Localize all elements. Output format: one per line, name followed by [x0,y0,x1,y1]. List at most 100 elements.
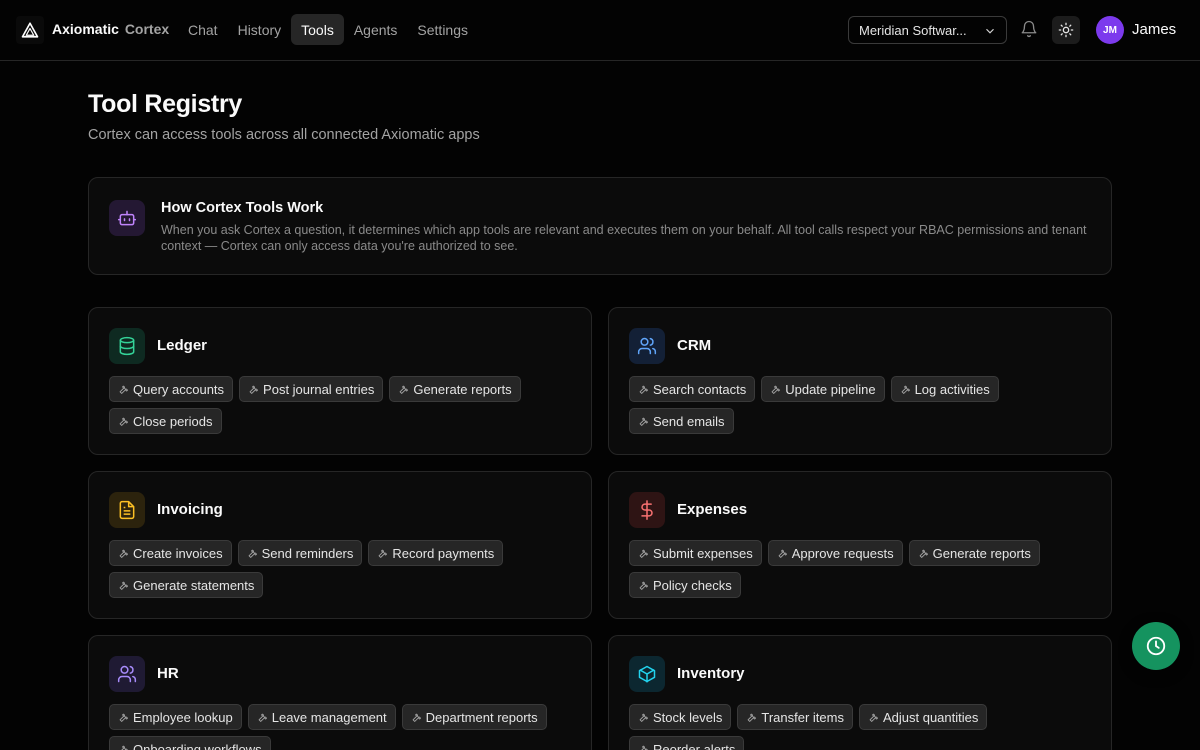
wrench-icon [119,417,128,426]
tool-chip[interactable]: Leave management [247,704,396,730]
wrench-icon [120,745,128,750]
nav-chat[interactable]: Chat [178,14,228,45]
tool-chip[interactable]: Employee lookup [109,704,242,730]
tool-chip[interactable]: Send reminders [237,540,363,566]
tool-chip-label: Send emails [653,413,725,429]
wrench-icon [771,385,781,394]
tool-chip[interactable]: Generate statements [109,572,264,598]
wrench-icon [869,713,878,722]
sun-icon [1058,22,1074,38]
database-icon [109,328,145,364]
nav-tools[interactable]: Tools [291,14,344,45]
brand[interactable]: Axiomatic Cortex [52,21,169,37]
tool-chip-label: Create invoices [133,545,223,561]
tool-chip[interactable]: Adjust quantities [858,704,988,730]
tool-chip-label: Generate reports [413,381,512,397]
wrench-icon [639,385,648,394]
tool-chip[interactable]: Stock levels [629,704,732,730]
app-card-title: Ledger [157,337,208,354]
wrench-icon [919,549,928,558]
brand-product: Cortex [124,21,170,37]
tool-chip[interactable]: Generate reports [908,540,1040,566]
app-card-crm: CRM Search contacts Update pipeline Log act… [608,307,1112,455]
app-card-ledger: Ledger Query accounts Post journal entries… [88,307,592,455]
app-card-title: HR [157,665,179,682]
app-card-title: Expenses [677,501,748,518]
tool-chip-list: Submit expenses Approve requests Generate … [629,540,1099,598]
tool-chip-label: Generate reports [932,545,1031,561]
theme-toggle-button[interactable] [1052,16,1080,44]
user-name[interactable]: James [1132,21,1176,38]
tool-chip-label: Query accounts [133,381,225,397]
tool-chip[interactable]: Send emails [629,408,734,434]
tool-chip-label: Generate statements [133,577,255,593]
tenant-select[interactable]: Meridian Softwar... [848,16,1007,44]
tool-chip-label: Stock levels [653,709,723,725]
wrench-icon [119,549,128,558]
chevron-down-icon [986,28,994,34]
wrench-icon [119,581,128,590]
tool-chip[interactable]: Transfer items [737,704,853,730]
tool-chip[interactable]: Department reports [401,704,547,730]
tool-chip-label: Onboarding workflows [133,741,262,750]
tool-chip-label: Close periods [133,413,213,429]
tool-chip-label: Search contacts [653,381,747,397]
app-card-title: CRM [677,337,712,354]
app-card-title: Invoicing [157,501,223,518]
tool-chip[interactable]: Close periods [109,408,222,434]
clock-icon [1146,636,1166,656]
box-icon [629,656,665,692]
bell-icon [1021,20,1037,38]
tool-chip[interactable]: Policy checks [629,572,741,598]
app-card-expenses: Expenses Submit expenses Approve requests G… [608,471,1112,619]
tenant-value: Meridian Softwar... [859,22,967,38]
wrench-icon [248,549,257,558]
tool-chip-label: Update pipeline [785,381,876,397]
wrench-icon [412,713,421,722]
dollar-icon [629,492,665,528]
wrench-icon [640,745,648,750]
tool-chip[interactable]: Search contacts [629,376,756,402]
wrench-icon [119,385,128,394]
tool-chip[interactable]: Generate reports [389,376,521,402]
tool-chip-label: Employee lookup [133,709,233,725]
app-card-invoicing: Invoicing Create invoices Send reminders Re… [88,471,592,619]
tool-chip-label: Department reports [425,709,538,725]
nav-agents[interactable]: Agents [344,14,408,45]
history-fab-button[interactable] [1132,622,1180,670]
wrench-icon [639,417,648,426]
tool-chip-label: Record payments [392,545,495,561]
info-title: How Cortex Tools Work [161,200,324,216]
tool-chip-label: Log activities [914,381,990,397]
brand-name: Axiomatic [52,21,119,37]
tool-chip-label: Policy checks [653,577,732,593]
info-text: When you ask Cortex a question, it deter… [161,223,1087,253]
tool-chip[interactable]: Post journal entries [239,376,384,402]
tool-chip-label: Adjust quantities [882,709,979,725]
app-card-inventory: Inventory Stock levels Transfer items Adjus… [608,635,1112,750]
file-text-icon [109,492,145,528]
tool-chip[interactable]: Create invoices [109,540,232,566]
app-card-hr: HR Employee lookup Leave management Departm… [88,635,592,750]
tool-chip-list: Employee lookup Leave management Departmen… [109,704,579,750]
logo-icon[interactable] [16,16,44,44]
tool-chip[interactable]: Log activities [890,376,999,402]
tool-chip[interactable]: Reorder alerts [629,736,745,750]
tool-chip[interactable]: Submit expenses [629,540,762,566]
wrench-icon [249,385,258,394]
tool-chip-label: Leave management [271,709,387,725]
tool-chip[interactable]: Update pipeline [761,376,885,402]
tool-chip-label: Submit expenses [653,545,753,561]
wrench-icon [778,549,787,558]
tool-chip[interactable]: Record payments [368,540,504,566]
wrench-icon [901,385,910,394]
nav-settings[interactable]: Settings [407,14,478,45]
tool-chip[interactable]: Approve requests [767,540,903,566]
tool-chip[interactable]: Query accounts [109,376,234,402]
notifications-button[interactable] [1020,20,1038,41]
users-icon [109,656,145,692]
tool-chip[interactable]: Onboarding workflows [109,736,271,750]
nav-history[interactable]: History [228,14,292,45]
tool-chip-list: Stock levels Transfer items Adjust quantit… [629,704,1099,750]
avatar[interactable]: JM [1096,16,1124,44]
